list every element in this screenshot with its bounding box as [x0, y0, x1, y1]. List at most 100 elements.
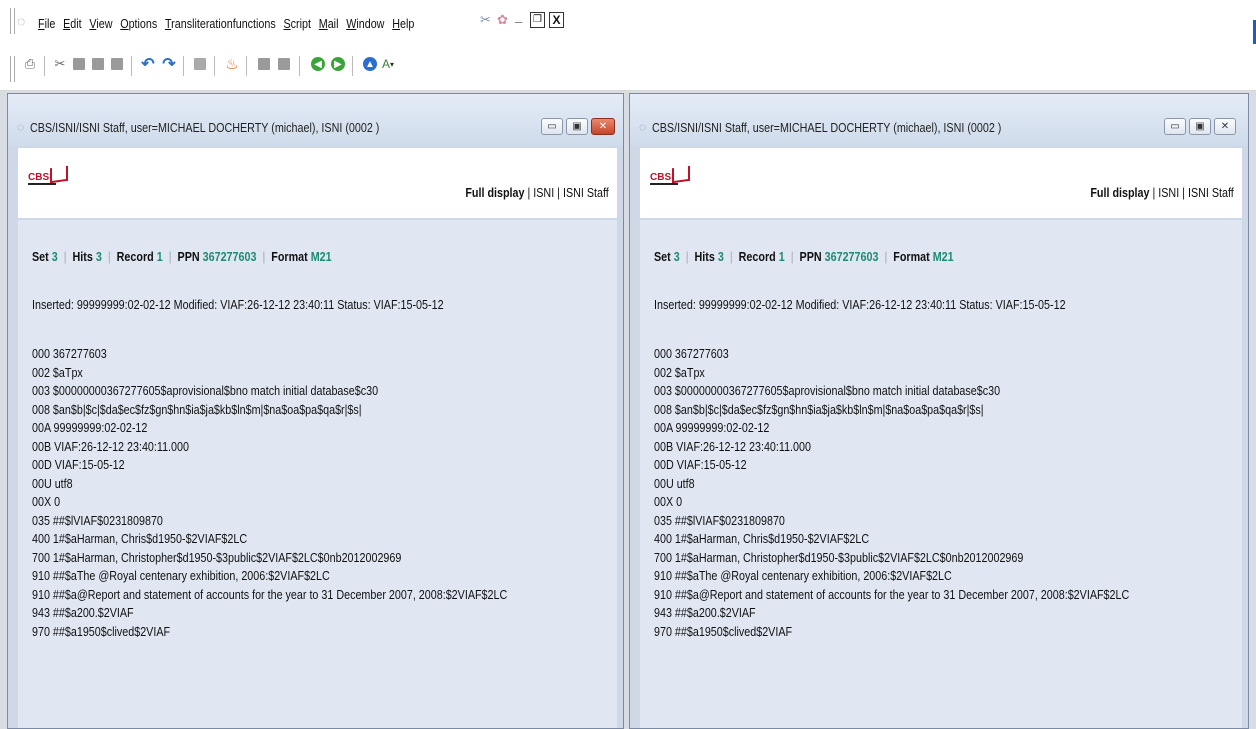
result-stats: Set 3 | Hits 3 | Record 1 | PPN 367277603 | Form…: [654, 250, 954, 264]
record-line: 00A 99999999:02-02-12: [654, 421, 770, 435]
record-line: 910 ##$a@Report and statement of account…: [32, 587, 508, 602]
menu-view[interactable]: View: [89, 17, 112, 31]
window-controls: ▭ ▣ ✕: [541, 118, 615, 135]
toolbar-grip[interactable]: [10, 56, 15, 82]
record-line: 943 ##$a200.$2VIAF: [654, 606, 756, 620]
copy-icon[interactable]: [71, 56, 87, 72]
toolbar-divider: [352, 56, 353, 76]
menubar-grip[interactable]: [10, 8, 15, 34]
toolbar-divider: [214, 56, 215, 76]
maximize-button[interactable]: ▣: [566, 118, 588, 135]
menu-help[interactable]: Help: [392, 17, 414, 31]
book-icon: [672, 165, 691, 184]
nav-separator: |: [1182, 186, 1186, 200]
restore-icon[interactable]: ❐: [530, 12, 545, 28]
isni-link[interactable]: ISNI: [533, 186, 554, 200]
window-app-icon: ◌: [17, 120, 25, 134]
toolbar: [0, 48, 1256, 91]
cbs-logo-text: CBS: [650, 172, 672, 183]
fire-icon[interactable]: ♨: [224, 56, 240, 73]
menu-edit[interactable]: Edit: [63, 17, 82, 31]
toolbar-divider: [131, 56, 132, 76]
record-line: 400 1#$aHarman, Chris$d1950-$2VIAF$2LC: [654, 532, 870, 546]
menu-transliterationfunctions[interactable]: Transliterationfunctions: [165, 17, 276, 31]
minimize-button[interactable]: ▭: [541, 118, 563, 135]
back-icon[interactable]: ◀: [310, 56, 326, 72]
ppn-label: PPN: [799, 250, 822, 264]
record-line: 008 $an$b|$c|$da$ec$fz$gn$hn$ia$ja$kb$ln…: [654, 402, 984, 417]
full-display-link[interactable]: Full display: [1091, 186, 1150, 200]
hits-value: 3: [717, 250, 724, 264]
record-line: 910 ##$a@Report and statement of account…: [654, 587, 1130, 602]
cbs-logo: CBS: [28, 165, 69, 185]
hits-label: Hits: [72, 250, 93, 264]
print-icon[interactable]: ⎙: [22, 56, 38, 72]
undo-icon[interactable]: ↶: [140, 56, 156, 73]
record-line: 003 $00000000367277605$aprovisional$bno …: [654, 384, 1001, 398]
record-line: 00D VIAF:15-05-12: [654, 458, 747, 472]
document-icon[interactable]: [192, 56, 208, 72]
forward-icon[interactable]: ▶: [330, 56, 346, 72]
close-button[interactable]: ✕: [591, 118, 615, 135]
nav-separator: |: [1152, 186, 1156, 200]
menu-mail[interactable]: Mail: [319, 17, 339, 31]
maximize-button[interactable]: ▣: [1189, 118, 1211, 135]
minimize-icon[interactable]: _: [515, 9, 522, 24]
record-line: 00U utf8: [32, 476, 73, 491]
record-line: 000 367277603: [654, 347, 729, 361]
record-line: 00X 0: [32, 495, 61, 509]
record-line: 002 $aTpx: [654, 365, 705, 380]
menu-file[interactable]: File: [38, 17, 55, 31]
record-line: 00U utf8: [654, 476, 695, 491]
close-button[interactable]: ✕: [1214, 118, 1236, 135]
record-value: 1: [156, 250, 163, 264]
isni-link[interactable]: ISNI: [1158, 186, 1179, 200]
redo-icon[interactable]: ↷: [161, 56, 177, 73]
set-label: Set: [32, 250, 49, 264]
app-icon[interactable]: ◌: [17, 13, 25, 29]
record-content: Set 3 | Hits 3 | Record 1 | PPN 367277603 | Form…: [640, 220, 1242, 728]
save-icon[interactable]: [109, 56, 125, 72]
block-icon[interactable]: [276, 56, 292, 72]
up-icon[interactable]: ▲: [362, 56, 378, 72]
gem-icon[interactable]: ✿: [497, 12, 508, 28]
cbs-logo-text: CBS: [28, 172, 50, 183]
record-line: 035 ##$lVIAF$0231809870: [32, 513, 163, 528]
isni-staff-link[interactable]: ISNI Staff: [1188, 186, 1234, 200]
result-stats: Set 3 | Hits 3 | Record 1 | PPN 367277603 | Form…: [32, 250, 332, 264]
display-header: CBS Full display | ISNI | ISNI Staff: [640, 148, 1242, 218]
hits-value: 3: [95, 250, 102, 264]
toolbar-divider: [246, 56, 247, 76]
set-value: 3: [673, 250, 680, 264]
close-icon[interactable]: X: [549, 12, 564, 28]
menu-options[interactable]: Options: [120, 17, 157, 31]
logo-underline: [28, 183, 56, 185]
window-titlebar[interactable]: ◌ CBS/ISNI/ISNI Staff, user=MICHAEL DOCH…: [630, 94, 1248, 146]
window-app-icon: ◌: [639, 120, 647, 134]
isni-staff-link[interactable]: ISNI Staff: [563, 186, 609, 200]
toolbar-divider: [183, 56, 184, 76]
block-icon[interactable]: [256, 56, 272, 72]
window-titlebar[interactable]: ◌ CBS/ISNI/ISNI Staff, user=MICHAEL DOCH…: [8, 94, 623, 146]
minimize-button[interactable]: ▭: [1164, 118, 1186, 135]
record-line: 400 1#$aHarman, Chris$d1950-$2VIAF$2LC: [32, 532, 248, 546]
scissors-icon[interactable]: ✂: [480, 12, 491, 28]
menu-script[interactable]: Script: [284, 17, 311, 31]
record-window-right: ◌ CBS/ISNI/ISNI Staff, user=MICHAEL DOCH…: [629, 93, 1249, 729]
display-header: CBS Full display | ISNI | ISNI Staff: [18, 148, 617, 218]
ppn-label: PPN: [177, 250, 200, 264]
cut-icon[interactable]: ✂: [52, 56, 68, 72]
paste-icon[interactable]: [90, 56, 106, 72]
record-line: 00B VIAF:26-12-12 23:40:11.000: [654, 439, 811, 454]
record-line: 700 1#$aHarman, Christopher$d1950-$3publ…: [654, 550, 1024, 565]
format-value: M21: [310, 250, 332, 264]
record-line: 008 $an$b|$c|$da$ec$fz$gn$hn$ia$ja$kb$ln…: [32, 402, 362, 417]
toolbar-divider: [44, 56, 45, 76]
font-icon[interactable]: A ▾: [380, 56, 396, 72]
nav-separator: |: [527, 186, 531, 200]
format-label: Format: [271, 250, 308, 264]
record-line: 910 ##$aThe @Royal centenary exhibition,…: [32, 569, 330, 583]
full-display-link[interactable]: Full display: [466, 186, 525, 200]
display-nav: Full display | ISNI | ISNI Staff: [1091, 186, 1234, 200]
menu-window[interactable]: Window: [346, 17, 384, 31]
